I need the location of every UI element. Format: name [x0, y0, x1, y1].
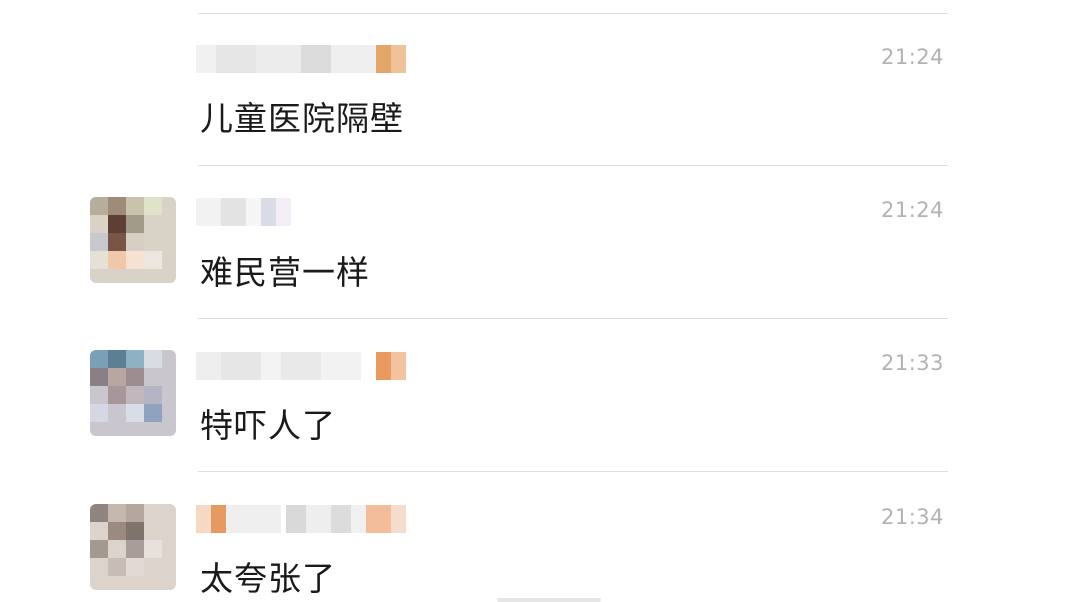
avatar[interactable] [90, 197, 176, 283]
comment-text: 太夸张了 [200, 559, 336, 598]
comment-text: 儿童医院隔壁 [200, 99, 404, 138]
username-blurred[interactable] [196, 352, 411, 380]
divider [198, 13, 948, 14]
comment-timestamp: 21:24 [880, 45, 944, 69]
comment-timestamp: 21:34 [880, 505, 944, 529]
comment-text: 特吓人了 [200, 406, 336, 445]
comment-timestamp: 21:33 [880, 351, 944, 375]
divider [198, 471, 948, 472]
comment-text: 难民营一样 [200, 253, 370, 292]
username-blurred[interactable] [196, 45, 411, 73]
divider [198, 318, 948, 319]
username-blurred[interactable] [196, 198, 291, 226]
avatar[interactable] [90, 504, 176, 590]
home-indicator [497, 598, 601, 602]
comment-timestamp: 21:24 [880, 198, 944, 222]
divider [198, 165, 948, 166]
username-blurred[interactable] [196, 505, 411, 533]
avatar[interactable] [90, 350, 176, 436]
